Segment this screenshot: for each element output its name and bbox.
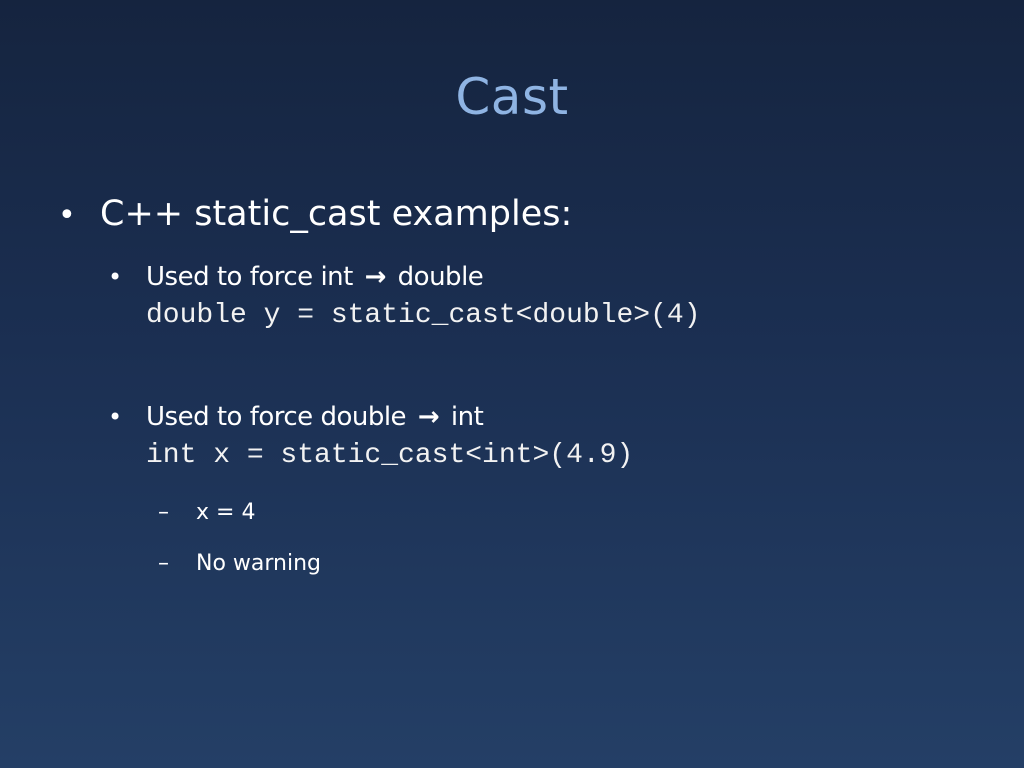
bullet-level3-warning: – No warning — [158, 548, 321, 580]
bullet-marker: • — [108, 403, 123, 431]
right-arrow-icon: → — [417, 402, 440, 432]
bullet-text: Used to force int → double — [146, 258, 701, 296]
bullet-level2-int-to-double: • Used to force int → double double y = … — [108, 258, 701, 336]
dash-marker: – — [158, 551, 169, 576]
bullet-level1: • C++ static_cast examples: — [58, 190, 572, 240]
code-example: int x = static_cast<int>(4.9) — [146, 440, 634, 471]
bullet-text-before: Used to force int — [146, 262, 353, 292]
dash-marker: – — [158, 500, 169, 525]
bullet-level2-double-to-int: • Used to force double → int int x = sta… — [108, 398, 633, 476]
bullet-text-after: double — [397, 262, 484, 292]
bullet-text: No warning — [196, 551, 322, 576]
bullet-text: x = 4 — [196, 500, 256, 525]
slide-title: Cast — [455, 68, 569, 126]
bullet-text: C++ static_cast examples: — [100, 194, 573, 234]
bullet-content: Used to force double → int int x = stati… — [146, 398, 633, 476]
bullet-text-before: Used to force double — [146, 402, 407, 432]
bullet-content: Used to force int → double double y = st… — [146, 258, 701, 336]
bullet-marker: • — [108, 263, 123, 291]
slide: Cast • C++ static_cast examples: • Used … — [0, 0, 1024, 768]
bullet-level3-result: – x = 4 — [158, 497, 255, 529]
bullet-text: Used to force double → int — [146, 398, 633, 436]
code-example: double y = static_cast<double>(4) — [146, 300, 701, 331]
bullet-marker: • — [58, 198, 76, 233]
right-arrow-icon: → — [364, 262, 387, 292]
bullet-text-after: int — [450, 402, 484, 432]
